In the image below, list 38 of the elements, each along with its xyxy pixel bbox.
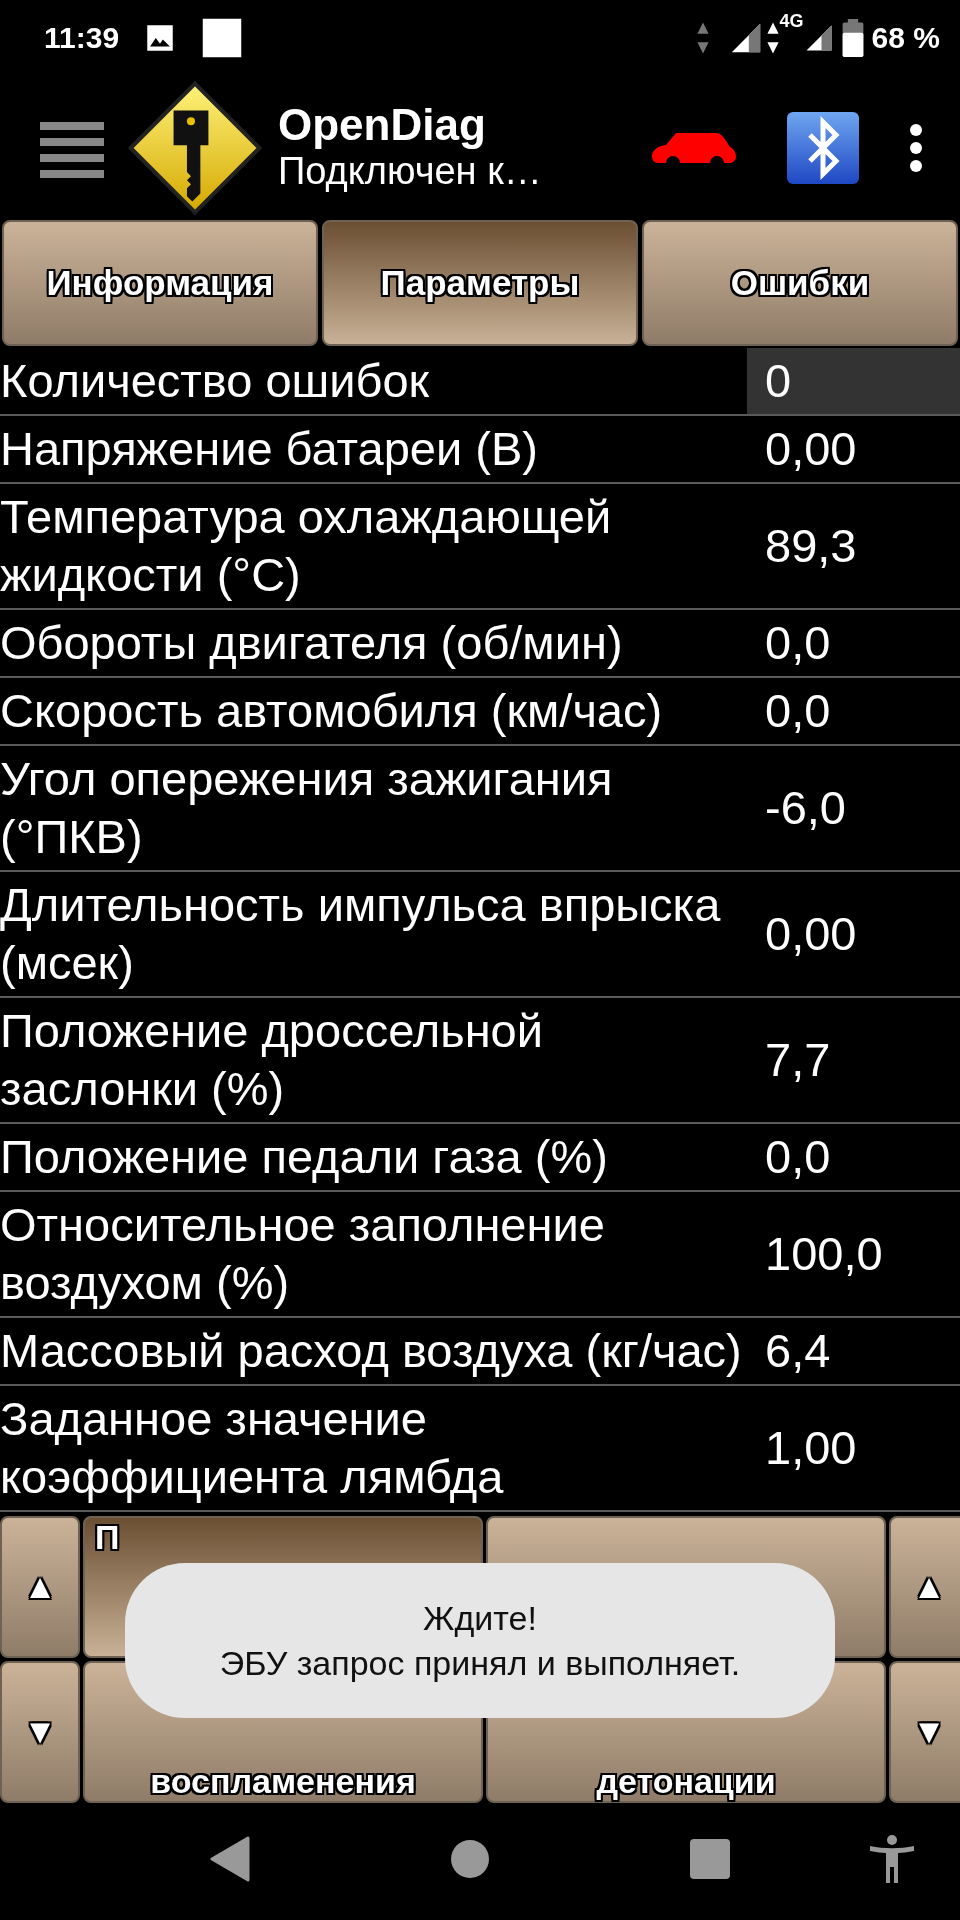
parameter-name: Обороты двигателя (об/мин) — [0, 615, 624, 671]
parameter-name: Температура охлаждающей жидкости (°С) — [0, 489, 613, 603]
parameter-value[interactable]: 0,0 — [747, 610, 960, 676]
parameter-value[interactable]: 0,00 — [747, 416, 960, 482]
back-icon[interactable] — [210, 1836, 250, 1882]
parameter-name: Заданное значение коэффициента лямбда — [0, 1391, 505, 1505]
battery-icon — [841, 18, 864, 57]
tab[interactable]: Параметры — [322, 220, 638, 346]
parameter-value[interactable]: 0,00 — [747, 872, 960, 996]
parameter-value[interactable]: 1,00 — [747, 1386, 960, 1510]
parameter-value[interactable]: 0,0 — [747, 1124, 960, 1190]
connection-status: Подключен к… — [278, 149, 542, 194]
toast-text: Ждите! — [423, 1598, 537, 1640]
battery-level: 68 % — [871, 20, 940, 56]
parameter-name: Массовый расход воздуха (кг/час) — [0, 1323, 743, 1379]
parameter-value[interactable]: 100,0 — [747, 1192, 960, 1316]
parameter-name: Относительное заполнение воздухом (%) — [0, 1197, 606, 1311]
parameter-value[interactable]: 0,0 — [747, 678, 960, 744]
parameter-value[interactable]: 0 — [747, 348, 960, 414]
app-logo[interactable] — [128, 80, 262, 215]
parameter-name: Положение педали газа (%) — [0, 1129, 609, 1185]
parameter-value[interactable]: -6,0 — [747, 746, 960, 870]
accessibility-icon[interactable] — [870, 1835, 914, 1883]
clock-time: 11:39 — [44, 20, 120, 56]
app-title: OpenDiag — [278, 100, 487, 149]
network-type: 4G — [779, 10, 804, 33]
parameter-value[interactable]: 6,4 — [747, 1318, 960, 1384]
parameter-name: Напряжение батареи (В) — [0, 421, 539, 477]
parameter-value[interactable]: 89,3 — [747, 484, 960, 608]
notification-icon — [201, 16, 244, 59]
parameter-name: Количество ошибок — [0, 353, 431, 409]
parameter-value[interactable]: 7,7 — [747, 998, 960, 1122]
bluetooth-icon[interactable] — [786, 110, 860, 185]
parameter-name: Длительность импульса впрыска (мсек) — [0, 877, 722, 991]
parameter-name: Скорость автомобиля (км/час) — [0, 683, 664, 739]
home-icon[interactable] — [450, 1839, 490, 1879]
parameter-name: Положение дроссельной заслонки (%) — [0, 1003, 544, 1117]
parameter-name: Угол опережения зажигания (°ПКВ) — [0, 751, 614, 865]
